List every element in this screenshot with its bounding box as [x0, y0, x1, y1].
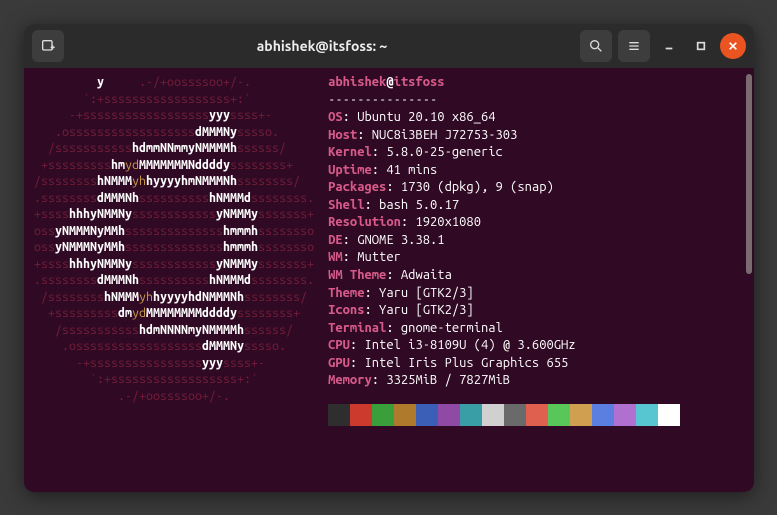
minimize-button[interactable]: [656, 33, 682, 59]
color-swatch: [394, 404, 416, 426]
info-row: Packages: 1730 (dpkg), 9 (snap): [328, 179, 680, 197]
color-swatch: [614, 404, 636, 426]
info-value: gnome-terminal: [401, 321, 503, 335]
search-button[interactable]: [580, 30, 612, 62]
window-title: abhishek@itsfoss: ~: [70, 38, 574, 54]
info-value: Intel i3-8109U (4) @ 3.600GHz: [364, 338, 575, 352]
neofetch-info: abhishek@itsfoss --------------- OS: Ubu…: [328, 74, 680, 482]
info-value: Intel Iris Plus Graphics 655: [364, 356, 568, 370]
info-value: Adwaita: [401, 268, 452, 282]
menu-button[interactable]: [618, 30, 650, 62]
separator-dashes: ---------------: [328, 92, 680, 110]
info-key: Shell: [328, 198, 364, 212]
info-value: bash 5.0.17: [379, 198, 459, 212]
color-swatch: [504, 404, 526, 426]
info-row: Uptime: 41 mins: [328, 162, 680, 180]
terminal-body[interactable]: y .-/+oossssoo+/-. `:+ssssssssssssssssss…: [24, 68, 754, 492]
color-swatch: [482, 404, 504, 426]
info-row: Theme: Yaru [GTK2/3]: [328, 285, 680, 303]
info-key: WM: [328, 250, 343, 264]
scrollbar[interactable]: [746, 74, 752, 274]
info-value: Mutter: [357, 250, 401, 264]
info-key: CPU: [328, 338, 350, 352]
color-swatch: [372, 404, 394, 426]
color-swatch: [548, 404, 570, 426]
at-sign: @: [386, 75, 393, 89]
color-swatch: [636, 404, 658, 426]
neofetch-logo: y .-/+oossssoo+/-. `:+ssssssssssssssssss…: [34, 74, 314, 482]
info-value: 3325MiB / 7827MiB: [386, 373, 510, 387]
info-row: Icons: Yaru [GTK2/3]: [328, 302, 680, 320]
info-row: Kernel: 5.8.0-25-generic: [328, 144, 680, 162]
info-row: Host: NUC8i3BEH J72753-303: [328, 127, 680, 145]
info-key: OS: [328, 110, 343, 124]
info-key: Packages: [328, 180, 386, 194]
maximize-button[interactable]: [688, 33, 714, 59]
info-value: 5.8.0-25-generic: [386, 145, 502, 159]
info-key: Uptime: [328, 163, 372, 177]
color-swatch: [592, 404, 614, 426]
close-button[interactable]: [720, 33, 746, 59]
hostname: itsfoss: [394, 75, 445, 89]
info-value: Yaru [GTK2/3]: [379, 286, 474, 300]
info-row: GPU: Intel Iris Plus Graphics 655: [328, 355, 680, 373]
info-key: Kernel: [328, 145, 372, 159]
color-swatch: [438, 404, 460, 426]
info-row: WM: Mutter: [328, 249, 680, 267]
info-row: WM Theme: Adwaita: [328, 267, 680, 285]
color-swatch: [350, 404, 372, 426]
info-key: GPU: [328, 356, 350, 370]
info-key: Host: [328, 128, 357, 142]
info-row: Memory: 3325MiB / 7827MiB: [328, 372, 680, 390]
color-swatch: [328, 404, 350, 426]
info-value: GNOME 3.38.1: [357, 233, 444, 247]
user-host-line: abhishek@itsfoss: [328, 74, 680, 92]
info-row: Terminal: gnome-terminal: [328, 320, 680, 338]
info-value: 1730 (dpkg), 9 (snap): [401, 180, 554, 194]
color-swatch: [460, 404, 482, 426]
color-swatch: [526, 404, 548, 426]
info-row: DE: GNOME 3.38.1: [328, 232, 680, 250]
color-swatch: [658, 404, 680, 426]
color-palette: [328, 404, 680, 426]
info-key: Theme: [328, 286, 364, 300]
info-row: Resolution: 1920x1080: [328, 214, 680, 232]
info-key: Terminal: [328, 321, 386, 335]
color-swatch: [570, 404, 592, 426]
terminal-window: abhishek@itsfoss: ~ y .-/+oossssoo+/-.: [24, 24, 754, 492]
info-value: Ubuntu 20.10 x86_64: [357, 110, 495, 124]
info-key: Resolution: [328, 215, 401, 229]
info-value: Yaru [GTK2/3]: [379, 303, 474, 317]
username: abhishek: [328, 75, 386, 89]
info-key: WM Theme: [328, 268, 386, 282]
color-swatch: [416, 404, 438, 426]
titlebar: abhishek@itsfoss: ~: [24, 24, 754, 68]
info-row: OS: Ubuntu 20.10 x86_64: [328, 109, 680, 127]
info-value: NUC8i3BEH J72753-303: [372, 128, 518, 142]
info-key: Memory: [328, 373, 372, 387]
info-key: Icons: [328, 303, 364, 317]
info-row: Shell: bash 5.0.17: [328, 197, 680, 215]
info-value: 1920x1080: [415, 215, 481, 229]
new-tab-button[interactable]: [32, 30, 64, 62]
info-key: DE: [328, 233, 343, 247]
info-row: CPU: Intel i3-8109U (4) @ 3.600GHz: [328, 337, 680, 355]
info-value: 41 mins: [386, 163, 437, 177]
